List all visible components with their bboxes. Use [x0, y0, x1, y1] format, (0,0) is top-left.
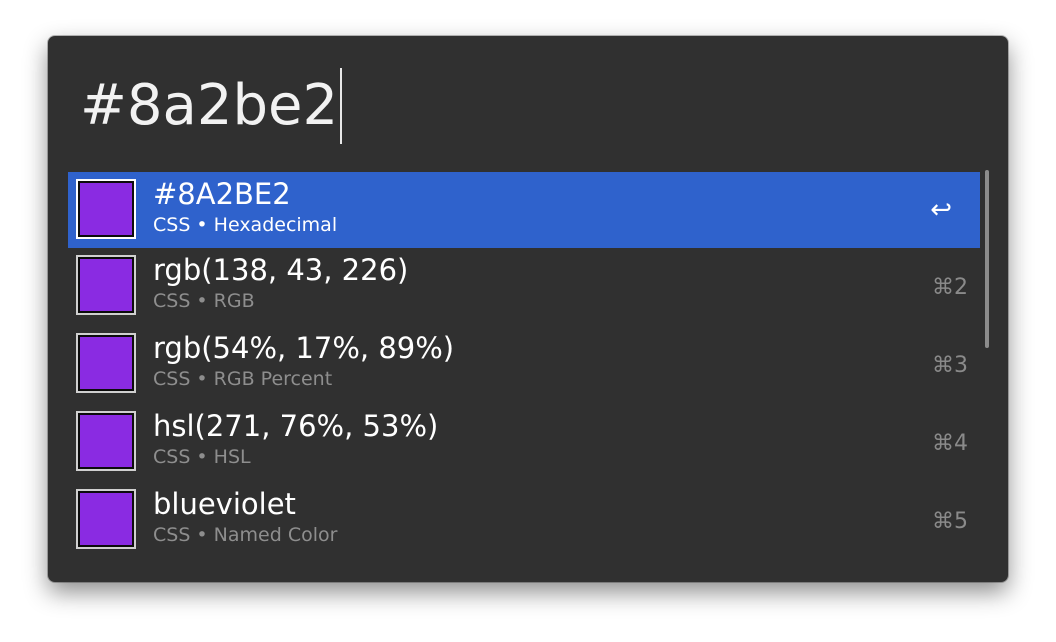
results-scrollbar[interactable] [985, 170, 989, 348]
color-swatch [78, 491, 134, 547]
result-row-rgb-percent[interactable]: rgb(54%, 17%, 89%) CSS • RGB Percent ⌘3 [68, 326, 980, 404]
color-swatch [78, 335, 134, 391]
result-subtitle: CSS • RGB Percent [153, 368, 333, 390]
color-swatch [78, 413, 134, 469]
shortcut-label: ⌘3 [932, 352, 968, 378]
result-subtitle: CSS • Hexadecimal [153, 214, 338, 236]
text-caret [340, 68, 343, 144]
search-input[interactable]: #8a2be2 [80, 68, 338, 144]
result-title: blueviolet [153, 487, 296, 521]
result-subtitle: CSS • RGB [153, 290, 255, 312]
launcher-window: #8a2be2 #8A2BE2 CSS • Hexadecimal ↩ rgb(… [48, 36, 1008, 582]
result-title: #8A2BE2 [153, 177, 291, 211]
result-subtitle: CSS • Named Color [153, 524, 338, 546]
return-key-icon: ↩ [930, 195, 952, 225]
result-row-rgb[interactable]: rgb(138, 43, 226) CSS • RGB ⌘2 [68, 248, 980, 326]
result-row-hsl[interactable]: hsl(271, 76%, 53%) CSS • HSL ⌘4 [68, 404, 980, 482]
result-title: rgb(138, 43, 226) [153, 253, 409, 287]
result-title: hsl(271, 76%, 53%) [153, 409, 439, 443]
color-swatch [78, 257, 134, 313]
shortcut-label: ⌘4 [932, 430, 968, 456]
result-subtitle: CSS • HSL [153, 446, 251, 468]
results-list: #8A2BE2 CSS • Hexadecimal ↩ rgb(138, 43,… [68, 172, 980, 560]
result-row-hex[interactable]: #8A2BE2 CSS • Hexadecimal ↩ [68, 172, 980, 248]
shortcut-label: ⌘5 [932, 508, 968, 534]
result-row-named[interactable]: blueviolet CSS • Named Color ⌘5 [68, 482, 980, 560]
shortcut-label: ⌘2 [932, 274, 968, 300]
result-title: rgb(54%, 17%, 89%) [153, 331, 455, 365]
search-bar[interactable]: #8a2be2 [80, 68, 343, 144]
color-swatch [78, 181, 134, 237]
